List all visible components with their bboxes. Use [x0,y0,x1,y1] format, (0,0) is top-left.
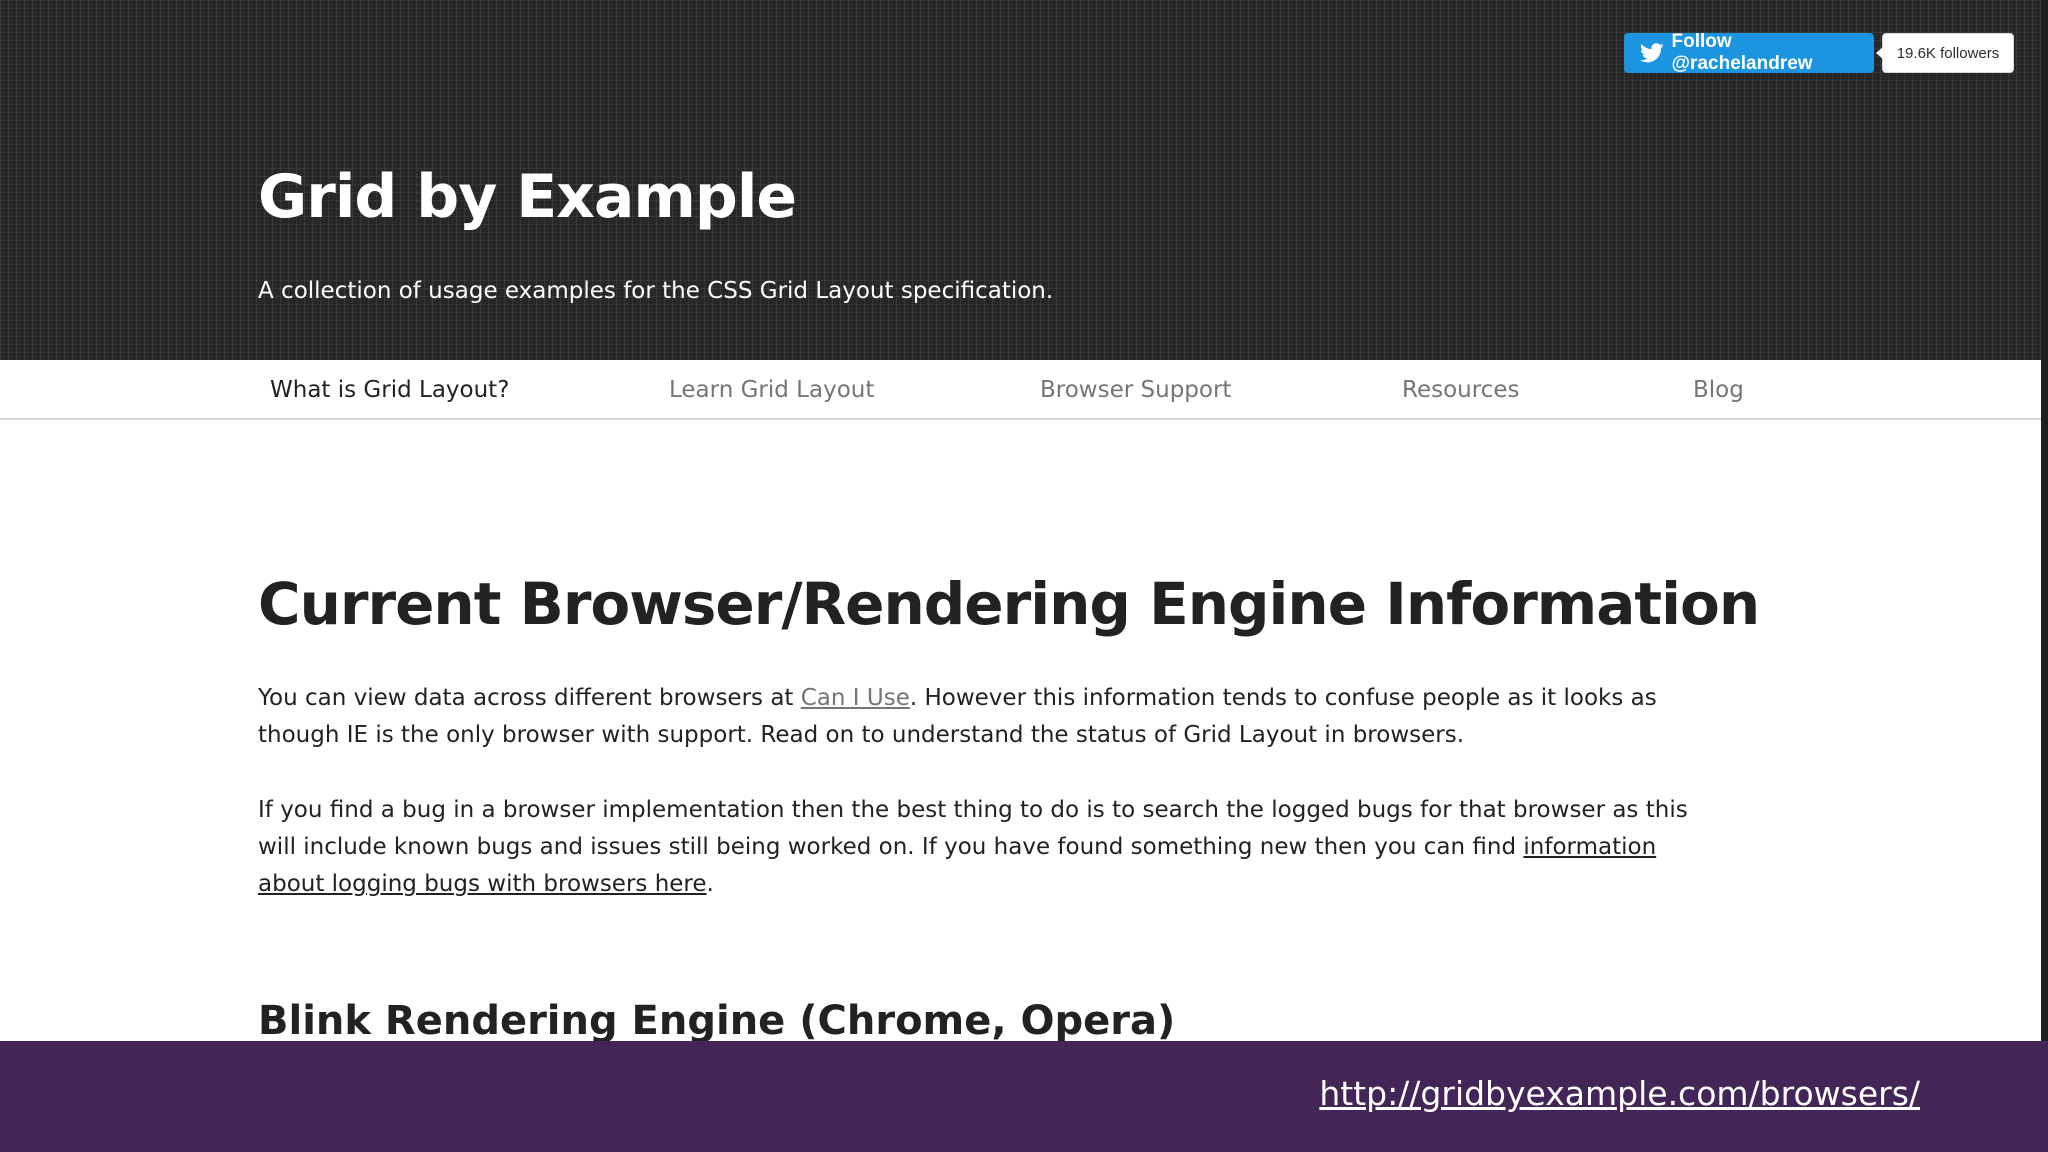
intro-paragraph: You can view data across different brows… [258,680,1728,754]
twitter-follow-button[interactable]: Follow @rachelandrew [1624,31,1874,74]
bugs-paragraph: If you find a bug in a browser implement… [258,792,1728,903]
nav-item-what-is-grid[interactable]: What is Grid Layout? [270,377,509,403]
twitter-follow-label: Follow @rachelandrew [1671,31,1813,74]
slide-footer-bar: http://gridbyexample.com/browsers/ [0,1041,2048,1152]
main-nav: What is Grid Layout? Learn Grid Layout B… [0,360,2041,420]
bugs-text-before: If you find a bug in a browser implement… [258,797,1688,860]
can-i-use-link[interactable]: Can I Use [801,685,910,711]
nav-item-resources[interactable]: Resources [1402,377,1519,403]
nav-item-browser-support[interactable]: Browser Support [1040,377,1231,403]
window-edge [2041,0,2048,1041]
site-header: Follow @rachelandrew 19.6K followers Gri… [0,0,2041,360]
intro-text-before: You can view data across different brows… [258,685,801,711]
site-title[interactable]: Grid by Example [258,162,797,232]
browser-page: Follow @rachelandrew 19.6K followers Gri… [0,0,2041,1041]
nav-item-learn-grid[interactable]: Learn Grid Layout [669,377,874,403]
source-url-link[interactable]: http://gridbyexample.com/browsers/ [1319,1074,1920,1113]
site-tagline: A collection of usage examples for the C… [258,278,1054,304]
bugs-text-after: . [706,871,714,897]
follower-count[interactable]: 19.6K followers [1876,33,2014,73]
twitter-bird-icon [1640,43,1664,63]
page-heading: Current Browser/Rendering Engine Informa… [258,570,1760,638]
blink-section-heading: Blink Rendering Engine (Chrome, Opera) [258,998,1176,1041]
nav-item-blog[interactable]: Blog [1693,377,1744,403]
